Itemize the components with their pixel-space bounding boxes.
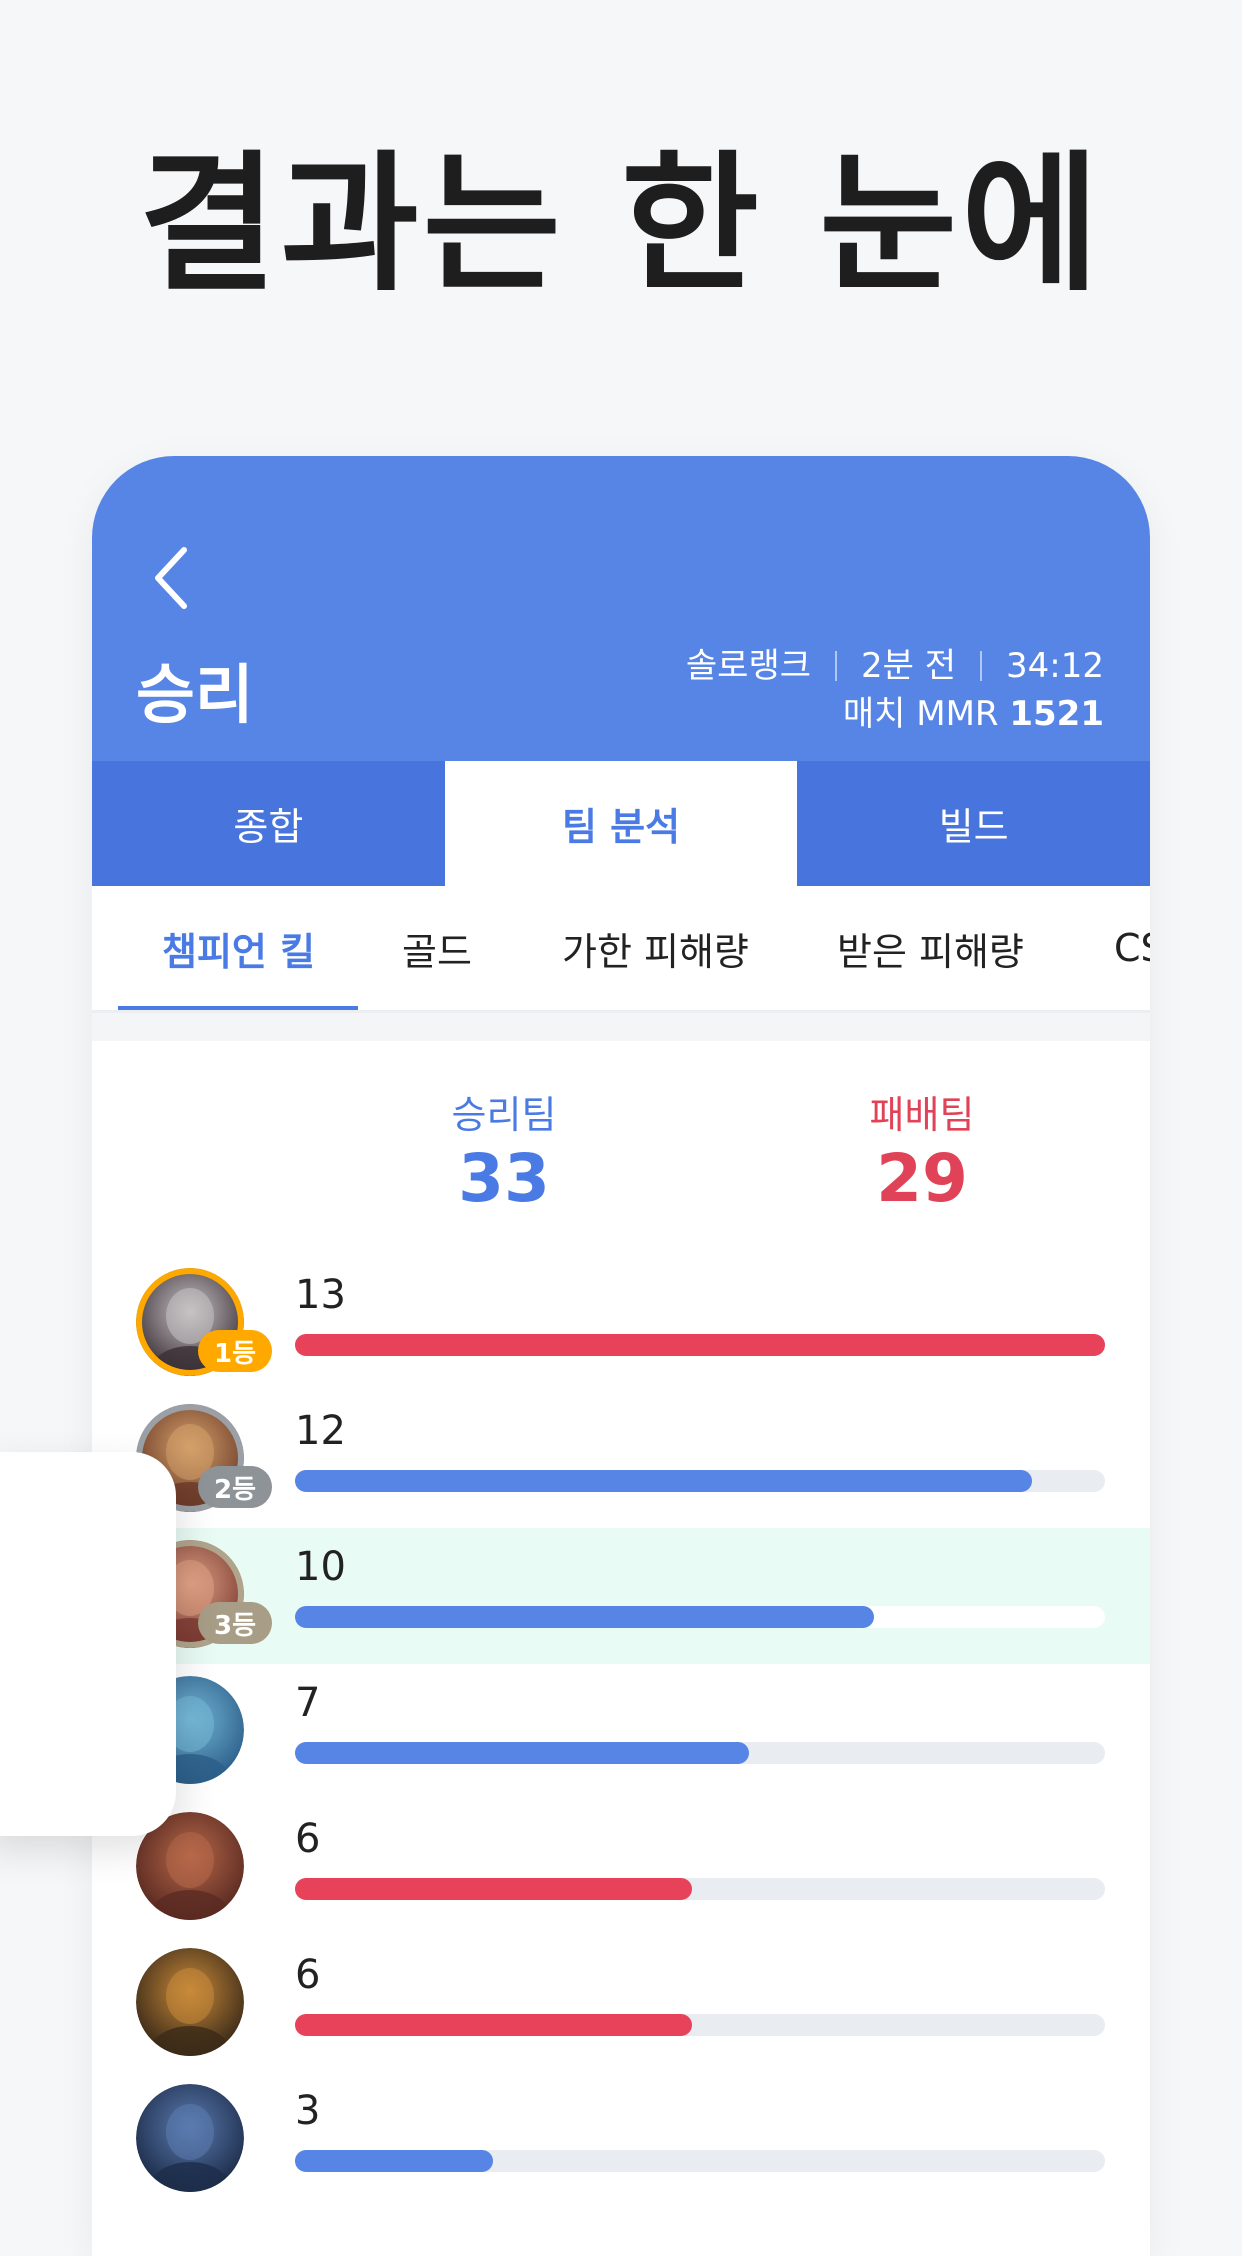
divider — [980, 651, 983, 681]
kill-bar-fill — [295, 2014, 692, 2036]
match-meta: 솔로랭크 2분 전 34:12 — [686, 644, 1104, 688]
kill-count: 13 — [295, 1272, 346, 1318]
back-button[interactable] — [134, 538, 214, 618]
time-ago: 2분 전 — [861, 646, 957, 686]
player-row[interactable]: 3등 10 — [92, 1528, 1150, 1664]
subtab-damage-taken[interactable]: 받은 피해량 — [837, 886, 1024, 1010]
subtab-gold[interactable]: 골드 — [402, 886, 472, 1010]
kill-count: 10 — [295, 1544, 346, 1590]
match-detail-card: 승리 솔로랭크 2분 전 34:12 매치 MMR 1521 종합 팀 분석 빌… — [92, 456, 1150, 2256]
player-row[interactable]: 6 — [92, 1800, 1150, 1936]
champion-portrait-icon — [136, 2084, 244, 2192]
champion-portrait-icon — [136, 1948, 244, 2056]
player-kill-list: 1등 13 2등 12 3등 10 7 6 6 3 — [92, 1256, 1150, 2208]
chevron-left-icon — [155, 547, 187, 609]
lose-team-label: 패배팀 — [869, 1093, 975, 1137]
mmr-value: 1521 — [1009, 694, 1104, 734]
kill-bar-track — [295, 2150, 1105, 2172]
subtab-cs[interactable]: CS — [1114, 886, 1150, 1010]
kill-bar-track — [295, 2014, 1105, 2036]
kill-count: 7 — [295, 1680, 321, 1726]
player-row[interactable]: 1등 13 — [92, 1256, 1150, 1392]
player-row[interactable]: 2등 12 — [92, 1392, 1150, 1528]
player-row[interactable]: 7 — [92, 1664, 1150, 1800]
win-team-label: 승리팀 — [451, 1093, 557, 1137]
kill-bar-track — [295, 1334, 1105, 1356]
page-headline: 결과는 한 눈에 — [138, 138, 1104, 312]
kill-count: 6 — [295, 1952, 321, 1998]
queue-type: 솔로랭크 — [685, 646, 812, 686]
match-mmr: 매치 MMR 1521 — [843, 692, 1104, 736]
player-row[interactable]: 6 — [92, 1936, 1150, 2072]
kill-bar-fill — [295, 1470, 1033, 1492]
main-tabs: 종합 팀 분석 빌드 — [92, 761, 1150, 886]
kill-bar-fill — [295, 1742, 749, 1764]
kill-bar-fill — [295, 1878, 692, 1900]
match-duration: 34:12 — [1006, 646, 1104, 686]
kill-count: 3 — [295, 2088, 321, 2134]
kill-bar-fill — [295, 1334, 1105, 1356]
rank-badge: 3등 — [198, 1602, 272, 1644]
lose-team-score: 29 — [876, 1140, 968, 1217]
active-subtab-indicator — [118, 1006, 358, 1010]
rank-badge: 2등 — [198, 1466, 272, 1508]
kill-bar-track — [295, 1606, 1105, 1628]
kill-count: 12 — [295, 1408, 346, 1454]
kill-bar-track — [295, 1742, 1105, 1764]
kill-count: 6 — [295, 1816, 321, 1862]
kill-bar-track — [295, 1470, 1105, 1492]
divider — [835, 651, 838, 681]
match-header: 승리 솔로랭크 2분 전 34:12 매치 MMR 1521 — [92, 456, 1150, 761]
subtab-damage-dealt[interactable]: 가한 피해량 — [562, 886, 749, 1010]
stat-subtabs: 챔피언 킬 골드 가한 피해량 받은 피해량 CS — [92, 886, 1150, 1013]
kill-bar-track — [295, 1878, 1105, 1900]
player-row[interactable]: 3 — [92, 2072, 1150, 2208]
subtab-champion-kills[interactable]: 챔피언 킬 — [162, 886, 315, 1010]
tab-team-analysis[interactable]: 팀 분석 — [444, 761, 798, 886]
match-result-title: 승리 — [136, 659, 254, 733]
tab-summary[interactable]: 종합 — [92, 761, 445, 886]
floating-panel — [0, 1452, 176, 1836]
section-divider — [92, 1013, 1150, 1041]
kill-bar-fill — [295, 1606, 875, 1628]
kill-bar-fill — [295, 2150, 494, 2172]
win-team-score: 33 — [458, 1140, 550, 1217]
tab-build[interactable]: 빌드 — [797, 761, 1150, 886]
rank-badge: 1등 — [198, 1330, 272, 1372]
mmr-label: 매치 MMR — [842, 694, 999, 734]
